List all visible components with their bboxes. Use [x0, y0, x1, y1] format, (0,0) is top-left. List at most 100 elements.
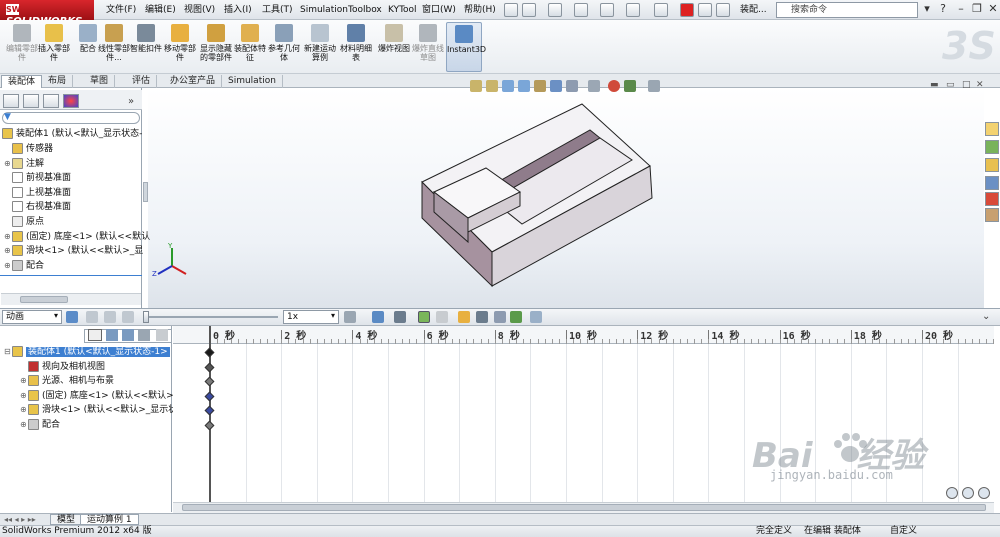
ribbon-button-13[interactable]: Instant3D: [446, 22, 486, 72]
tab-assembly[interactable]: 装配体: [1, 75, 43, 88]
timeline-area[interactable]: [173, 326, 994, 512]
new-file-icon[interactable]: [522, 3, 536, 17]
task-custom-properties-icon[interactable]: [985, 208, 999, 222]
ribbon-button-10[interactable]: 材料明细表: [338, 22, 374, 72]
view-orientation-icon[interactable]: [550, 80, 562, 92]
playback-mode-icon[interactable]: [344, 311, 356, 323]
zoom-in-icon[interactable]: [946, 487, 958, 499]
section-view-icon[interactable]: [518, 80, 530, 92]
tree-item[interactable]: ⊕ (固定) 底座<1> (默认<<默认: [4, 230, 150, 244]
previous-view-icon[interactable]: [502, 80, 514, 92]
motion-tree-item[interactable]: ⊕ 配合: [20, 418, 60, 432]
motion-tree-item[interactable]: ⊕ (固定) 底座<1> (默认<<默认>: [20, 389, 174, 403]
study-type-select[interactable]: 动画: [2, 310, 62, 324]
apply-scene-icon[interactable]: [624, 80, 636, 92]
rollback-bar[interactable]: [0, 275, 142, 276]
ribbon-button-11[interactable]: 爆炸视图: [376, 22, 412, 72]
tab-office-products[interactable]: 办公室产品: [164, 75, 223, 88]
motion-tree-root[interactable]: ⊟ 装配体1 (默认<默认_显示状态-1>: [4, 345, 170, 359]
play-from-start-icon[interactable]: [86, 311, 98, 323]
menu-kytool[interactable]: KYTool: [386, 3, 419, 17]
task-library-icon[interactable]: [985, 140, 999, 154]
task-appearances-icon[interactable]: [985, 192, 999, 206]
panel-splitter[interactable]: [143, 182, 148, 202]
zoom-fit-icon[interactable]: [978, 487, 990, 499]
featuremanager-tab-icon[interactable]: [3, 94, 19, 108]
autokey-icon[interactable]: [418, 311, 430, 323]
tab-model[interactable]: 模型: [50, 514, 83, 525]
menu-help[interactable]: 帮助(H): [462, 3, 498, 17]
expand-icon[interactable]: ⊕: [4, 157, 12, 171]
expand-icon[interactable]: ⊕: [20, 374, 28, 388]
ribbon-button-12[interactable]: 爆炸直线草图: [410, 22, 446, 72]
tree-item[interactable]: 传感器: [12, 142, 53, 156]
ribbon-button-7[interactable]: 装配体特征: [232, 22, 268, 72]
menu-tools[interactable]: 工具(T): [260, 3, 295, 17]
motion-tree-item[interactable]: ⊕ 滑块<1> (默认<<默认>_显示状: [20, 403, 177, 417]
search-input[interactable]: 搜索命令: [776, 2, 918, 18]
add-key-icon[interactable]: [436, 311, 448, 323]
configurationmanager-tab-icon[interactable]: [43, 94, 59, 108]
autofit-icon[interactable]: [156, 329, 168, 341]
status-units[interactable]: 自定义: [890, 526, 917, 537]
minimize-button[interactable]: –: [954, 3, 968, 17]
rebuild-icon[interactable]: [680, 3, 694, 17]
tab-evaluate[interactable]: 评估: [126, 75, 158, 88]
displaymanager-tab-icon[interactable]: [63, 94, 79, 108]
ribbon-button-4[interactable]: 智能扣件: [128, 22, 164, 72]
motion-tree-item[interactable]: 视向及相机视图: [28, 360, 105, 374]
save-animation-icon[interactable]: [372, 311, 384, 323]
play-icon[interactable]: [104, 311, 116, 323]
ribbon-button-5[interactable]: 移动零部件: [162, 22, 198, 72]
filter-animated-icon[interactable]: [88, 329, 102, 341]
menu-window[interactable]: 窗口(W): [420, 3, 458, 17]
undo-icon[interactable]: [626, 3, 640, 17]
contact-icon[interactable]: [458, 311, 470, 323]
edit-appearance-icon[interactable]: [608, 80, 620, 92]
ribbon-button-8[interactable]: 参考几何体: [266, 22, 302, 72]
menu-pin-icon[interactable]: [96, 3, 99, 17]
search-dropdown-icon[interactable]: ▾: [920, 3, 934, 17]
menu-edit[interactable]: 编辑(E): [143, 3, 178, 17]
viewport-restore-icon[interactable]: ▭: [946, 80, 955, 90]
stop-icon[interactable]: [122, 311, 134, 323]
tab-sketch[interactable]: 草图: [84, 75, 116, 88]
expand-icon[interactable]: ⊕: [20, 403, 28, 417]
menu-view[interactable]: 视图(V): [182, 3, 217, 17]
save-icon[interactable]: [574, 3, 588, 17]
tree-root[interactable]: 装配体1 (默认<默认_显示状态-: [2, 127, 142, 141]
help-icon[interactable]: ?: [936, 3, 950, 17]
expand-icon[interactable]: ⊕: [20, 389, 28, 403]
filter-results-icon[interactable]: [138, 329, 150, 341]
expand-icon[interactable]: ⊕: [4, 244, 12, 258]
restore-button[interactable]: ❐: [970, 3, 984, 17]
ribbon-button-6[interactable]: 显示隐藏的零部件: [198, 22, 234, 72]
viewport-max-icon[interactable]: □: [962, 80, 971, 90]
motor-icon[interactable]: [476, 311, 488, 323]
ribbon-button-9[interactable]: 新建运动算例: [302, 22, 338, 72]
options-icon[interactable]: [716, 3, 730, 17]
tree-item[interactable]: 上视基准面: [12, 186, 71, 200]
menu-simulation[interactable]: Simulation: [298, 3, 350, 17]
tree-item[interactable]: 原点: [12, 215, 44, 229]
pin-icon[interactable]: [504, 3, 518, 17]
expand-icon[interactable]: ⊕: [20, 418, 28, 432]
assembly-model[interactable]: [410, 100, 660, 295]
select-icon[interactable]: [654, 3, 668, 17]
motion-tree-item[interactable]: ⊕ 光源、相机与布景: [20, 374, 114, 388]
tab-scroll-arrows[interactable]: ◂◂ ◂ ▸ ▸▸: [4, 515, 36, 524]
ribbon-button-3[interactable]: 线性零部件...: [96, 22, 132, 72]
gravity-icon[interactable]: [510, 311, 522, 323]
ribbon-button-1[interactable]: 插入零部件: [36, 22, 72, 72]
expand-icon[interactable]: ⊕: [4, 230, 12, 244]
tab-motion-study-1[interactable]: 运动算例 1: [80, 514, 139, 525]
menu-file[interactable]: 文件(F): [104, 3, 138, 17]
print-icon[interactable]: [600, 3, 614, 17]
results-plots-icon[interactable]: [530, 311, 542, 323]
task-view-palette-icon[interactable]: [985, 176, 999, 190]
ribbon-button-0[interactable]: 编辑零部件: [4, 22, 40, 72]
filter-selected-icon[interactable]: [122, 329, 134, 341]
solidworks-logo[interactable]: SWSOLIDWORKS: [0, 0, 94, 27]
file-properties-icon[interactable]: [698, 3, 712, 17]
zoom-out-icon[interactable]: [962, 487, 974, 499]
